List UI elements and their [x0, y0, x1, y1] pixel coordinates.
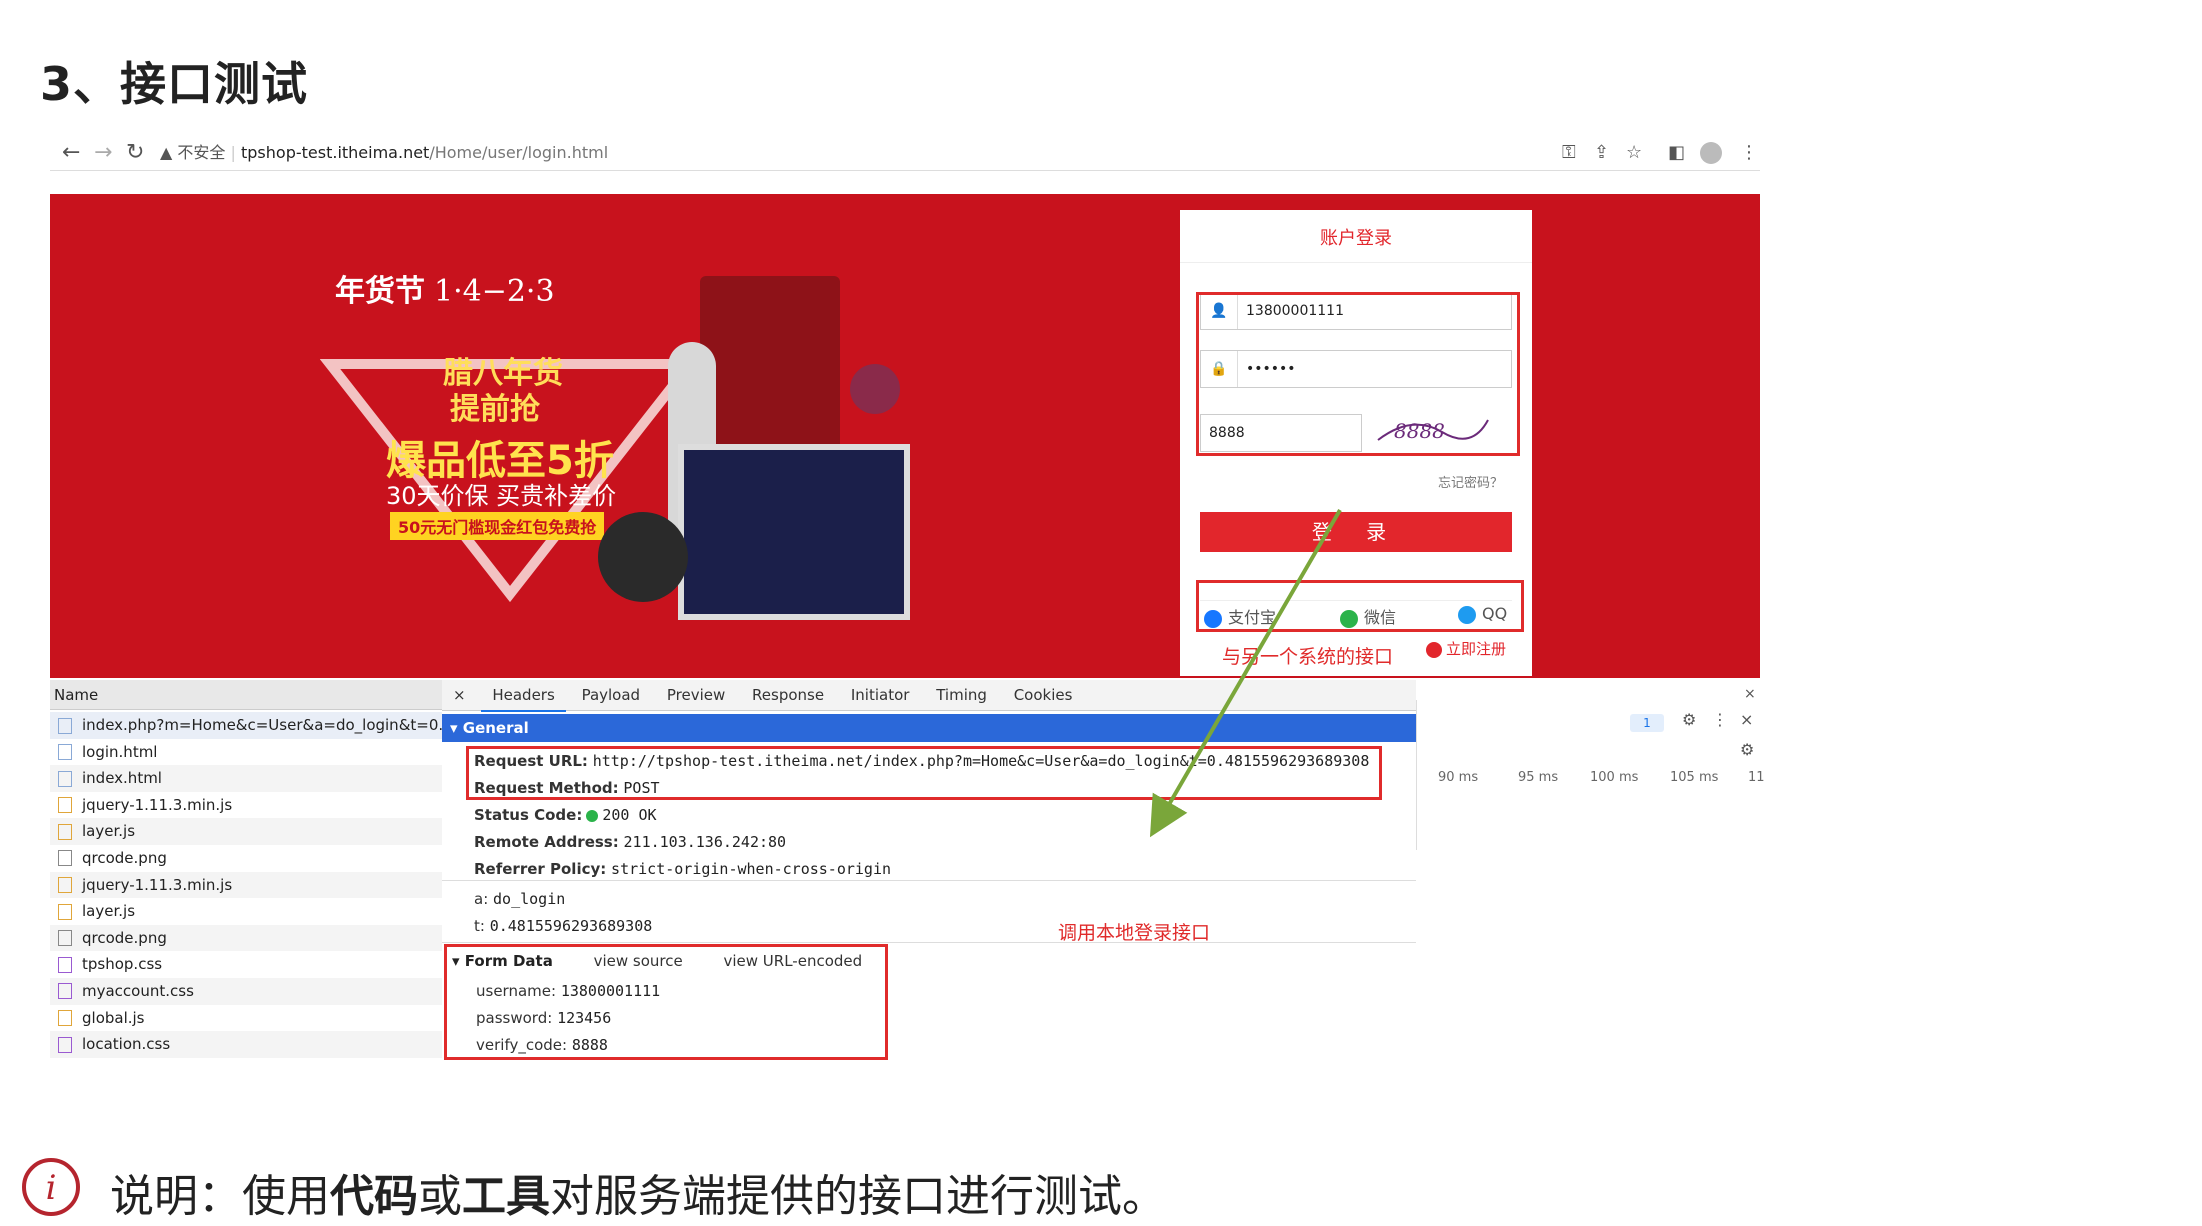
hairdryer-image	[850, 364, 900, 414]
tab-payload[interactable]: Payload	[571, 680, 652, 710]
network-request-row[interactable]: myaccount.css	[50, 977, 442, 1005]
query-param-t: t: 0.4815596293689308	[474, 917, 653, 935]
slide-title: 3、接口测试	[40, 57, 309, 111]
timeline-tick: 95 ms	[1518, 770, 1559, 785]
settings-icon[interactable]: ⚙	[1682, 710, 1696, 729]
network-request-row[interactable]: layer.js	[50, 898, 442, 925]
tab-cookies[interactable]: Cookies	[1003, 680, 1084, 710]
name-column-header[interactable]: Name	[50, 680, 442, 710]
remote-address-row: Remote Address: 211.103.136.242:80	[474, 833, 787, 851]
network-request-row[interactable]: jquery-1.11.3.min.js	[50, 871, 442, 899]
timeline-tick: 11	[1748, 770, 1765, 785]
address-bar[interactable]: ▲ 不安全 | tpshop-test.itheima.net/Home/use…	[160, 139, 1570, 167]
register-icon	[1426, 641, 1442, 658]
network-request-row[interactable]: global.js	[50, 1005, 442, 1032]
url-host: tpshop-test.itheima.net	[241, 143, 430, 162]
forward-icon[interactable]: →	[94, 140, 112, 166]
tab-response[interactable]: Response	[741, 680, 835, 710]
register-link[interactable]: 立即注册	[1426, 638, 1506, 659]
timeline-tick: 100 ms	[1590, 770, 1639, 785]
network-request-row[interactable]: login.html	[50, 739, 442, 766]
issues-badge[interactable]: 1	[1630, 714, 1664, 732]
slide-note: 说明：使用代码或工具对服务端提供的接口进行测试。	[110, 1171, 1166, 1222]
network-request-row[interactable]: tpshop.css	[50, 951, 442, 978]
form-data-highlight	[444, 944, 888, 1060]
close-detail-icon[interactable]: ×	[442, 680, 477, 710]
key-icon[interactable]: ⚿	[1562, 140, 1576, 166]
network-request-row[interactable]: location.css	[50, 1031, 442, 1058]
info-icon: i	[22, 1158, 80, 1216]
banner-coupon: 50元无门槛现金红包免费抢	[390, 512, 605, 540]
annotation-arrow	[1149, 508, 1342, 838]
reload-icon[interactable]: ↻	[126, 140, 144, 166]
profile-avatar[interactable]	[1700, 142, 1722, 164]
warning-icon: ▲	[160, 143, 173, 162]
tab-initiator[interactable]: Initiator	[840, 680, 921, 710]
timeline-tick: 105 ms	[1670, 770, 1719, 785]
forgot-password-link[interactable]: 忘记密码？	[1438, 472, 1503, 491]
network-request-row[interactable]: layer.js	[50, 818, 442, 845]
more-menu-icon[interactable]: ⋮	[1740, 140, 1758, 166]
share-icon[interactable]: ⇪	[1594, 140, 1609, 166]
banner-tagline: 30天价保 买贵补差价	[386, 482, 617, 510]
svg-text:i: i	[46, 1168, 57, 1208]
banner-logo: 年货节	[335, 274, 425, 309]
tv-image	[678, 444, 910, 620]
tab-timing[interactable]: Timing	[925, 680, 998, 710]
annotation-local-login: 调用本地登录接口	[1058, 922, 1211, 944]
referrer-policy-row: Referrer Policy: strict-origin-when-cros…	[474, 860, 892, 878]
robot-vacuum-image	[598, 512, 688, 602]
status-code-row: Status Code: 200 OK	[474, 806, 657, 824]
tab-headers[interactable]: Headers	[481, 680, 566, 712]
tab-preview[interactable]: Preview	[656, 680, 736, 710]
network-request-row[interactable]: index.html	[50, 765, 442, 792]
credentials-highlight	[1196, 292, 1520, 456]
status-ok-icon	[586, 809, 599, 822]
timeline-tick: 90 ms	[1438, 770, 1479, 785]
network-request-row[interactable]: jquery-1.11.3.min.js	[50, 792, 442, 819]
network-settings-icon[interactable]: ⚙	[1740, 740, 1754, 759]
network-request-row[interactable]: qrcode.png	[50, 845, 442, 872]
network-request-row[interactable]: qrcode.png	[50, 924, 442, 952]
back-icon[interactable]: ←	[62, 140, 80, 166]
devtools-more-icon[interactable]: ⋮	[1712, 710, 1728, 729]
banner-headline-2: 提前抢	[450, 392, 540, 427]
network-request-row[interactable]: index.php?m=Home&c=User&a=do_login&t=0.4…	[50, 712, 442, 739]
star-icon[interactable]: ☆	[1626, 140, 1642, 166]
url-path: /Home/user/login.html	[429, 143, 609, 162]
network-file-list: index.php?m=Home&c=User&a=do_login&t=0.4…	[50, 712, 442, 1060]
banner-date: 1·4−2·3	[434, 274, 555, 309]
side-panel-icon[interactable]: ◧	[1668, 140, 1685, 166]
login-title: 账户登录	[1320, 228, 1392, 249]
devtools-close-icon[interactable]: ×	[1740, 710, 1753, 729]
security-label: 不安全	[177, 143, 226, 162]
query-param-a: a: do_login	[474, 890, 566, 908]
